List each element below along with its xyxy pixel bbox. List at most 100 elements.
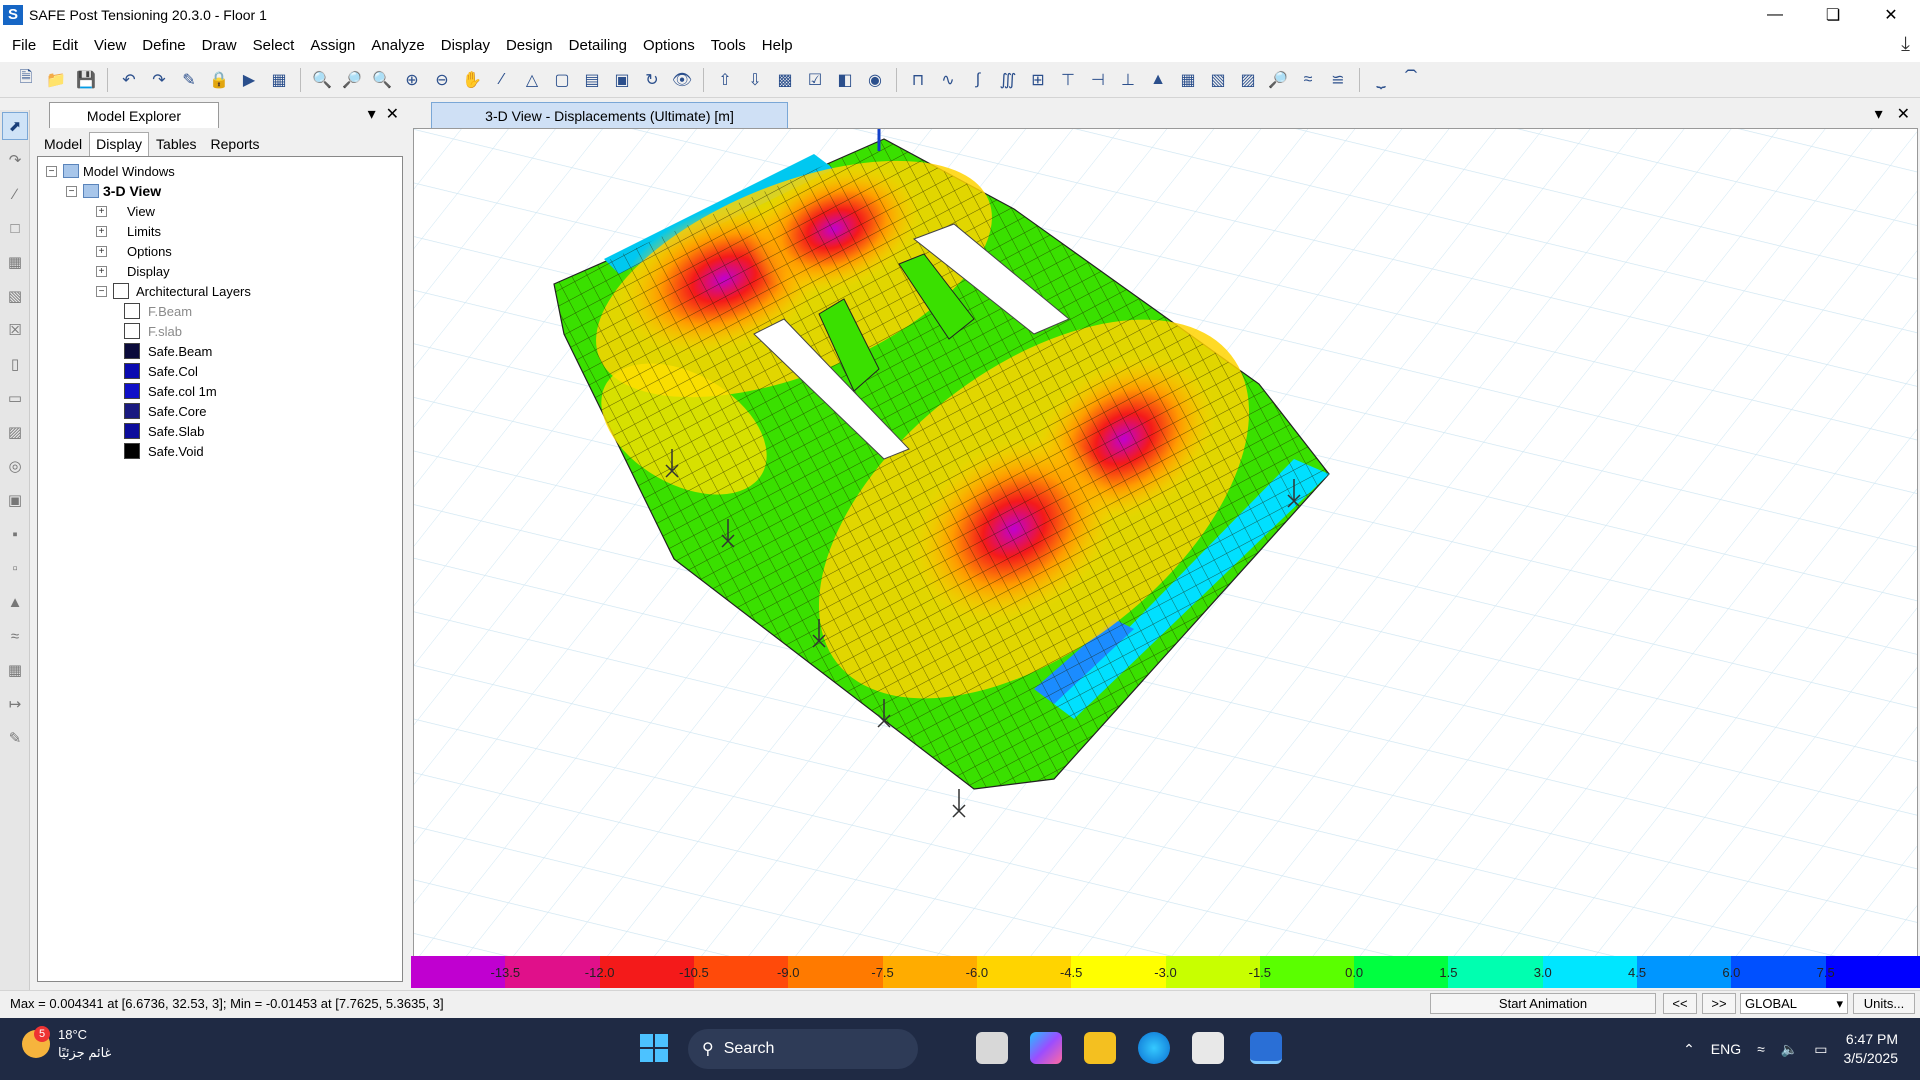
reactions-icon[interactable]: ▲ bbox=[1146, 68, 1170, 92]
layer-color-swatch[interactable] bbox=[124, 363, 140, 379]
download-icon[interactable]: ⤓ bbox=[1901, 33, 1910, 56]
punching-shear-icon[interactable]: ⊣ bbox=[1086, 68, 1110, 92]
model-3d-canvas[interactable] bbox=[413, 128, 1918, 958]
layer-item[interactable]: F.Beam bbox=[38, 301, 402, 321]
chevron-up-icon[interactable]: ⌃ bbox=[1683, 1041, 1695, 1058]
long-term-icon[interactable]: ▨ bbox=[1236, 68, 1260, 92]
layer-item[interactable]: Safe.col 1m bbox=[38, 381, 402, 401]
chevron-down-icon[interactable]: ▾ bbox=[1875, 104, 1883, 124]
view-tab-3d[interactable]: 3-D View - Displacements (Ultimate) [m] bbox=[431, 102, 788, 128]
layer-item[interactable]: Safe.Slab bbox=[38, 421, 402, 441]
collapse-icon[interactable]: − bbox=[66, 185, 77, 197]
expand-icon[interactable]: + bbox=[96, 205, 107, 217]
menu-analyze[interactable]: Analyze bbox=[363, 37, 432, 54]
draw-strip-icon[interactable]: ≈ bbox=[2, 622, 28, 650]
tree-node-view[interactable]: + View bbox=[38, 201, 402, 221]
show-deformed-icon[interactable]: ∫ bbox=[966, 68, 990, 92]
draw-column-icon[interactable]: ▯ bbox=[2, 350, 28, 378]
store-icon[interactable] bbox=[1192, 1032, 1224, 1064]
tendon-layout-icon[interactable]: ≌ bbox=[1326, 68, 1350, 92]
layer-color-swatch[interactable] bbox=[124, 323, 140, 339]
save-icon[interactable]: 💾 bbox=[74, 68, 98, 92]
coordinate-system-select[interactable]: GLOBAL ▾ bbox=[1740, 993, 1848, 1014]
pointer-icon[interactable]: ⬈ bbox=[2, 112, 28, 140]
close-icon[interactable]: ✕ bbox=[1897, 104, 1910, 124]
language-indicator[interactable]: ENG bbox=[1711, 1041, 1741, 1057]
menu-design[interactable]: Design bbox=[498, 37, 561, 54]
menu-draw[interactable]: Draw bbox=[194, 37, 245, 54]
layer-color-swatch[interactable] bbox=[124, 383, 140, 399]
strip-forces-icon[interactable]: ⊤ bbox=[1056, 68, 1080, 92]
layer-color-swatch[interactable] bbox=[124, 403, 140, 419]
layer-checkbox[interactable] bbox=[113, 283, 129, 299]
tree-node-architectural-layers[interactable]: − Architectural Layers bbox=[38, 281, 402, 301]
taskbar-search[interactable]: ⚲ Search bbox=[688, 1029, 918, 1069]
zoom-all-icon[interactable]: 🔎 bbox=[340, 68, 364, 92]
draw-support-icon[interactable]: ▣ bbox=[2, 486, 28, 514]
draw-cross-icon[interactable]: ☒ bbox=[2, 316, 28, 344]
layer-color-swatch[interactable] bbox=[124, 303, 140, 319]
draw-area-icon[interactable]: ▧ bbox=[2, 282, 28, 310]
collapse-icon[interactable]: − bbox=[96, 285, 107, 297]
start-animation-button[interactable]: Start Animation bbox=[1430, 993, 1656, 1014]
perspective-icon[interactable]: 👁 bbox=[670, 68, 694, 92]
move-up-icon[interactable]: ⇧ bbox=[713, 68, 737, 92]
maximize-button[interactable]: ❏ bbox=[1804, 0, 1862, 29]
layer-item[interactable]: Safe.Core bbox=[38, 401, 402, 421]
beam-forces-icon[interactable]: ⊥ bbox=[1116, 68, 1140, 92]
layer-item[interactable]: Safe.Beam bbox=[38, 341, 402, 361]
view-3d-icon[interactable]: △ bbox=[520, 68, 544, 92]
undo-icon[interactable]: ↶ bbox=[117, 68, 141, 92]
reshaper-icon[interactable]: ↷ bbox=[2, 146, 28, 174]
tree-node-model-windows[interactable]: − Model Windows bbox=[38, 161, 402, 181]
menu-edit[interactable]: Edit bbox=[44, 37, 86, 54]
menu-view[interactable]: View bbox=[86, 37, 134, 54]
menu-help[interactable]: Help bbox=[754, 37, 801, 54]
expand-icon[interactable]: + bbox=[96, 225, 107, 237]
plan-view-icon[interactable]: ▢ bbox=[550, 68, 574, 92]
model-explorer-tab[interactable]: Model Explorer bbox=[49, 102, 219, 128]
tab-model[interactable]: Model bbox=[37, 132, 89, 156]
weather-widget[interactable]: 5 18°C غائم جزئيًا bbox=[22, 1026, 111, 1062]
slab-design-icon[interactable]: ⊞ bbox=[1026, 68, 1050, 92]
edge-browser-icon[interactable] bbox=[1138, 1032, 1170, 1064]
expand-icon[interactable]: + bbox=[96, 265, 107, 277]
display-options-icon[interactable]: ◧ bbox=[833, 68, 857, 92]
show-forces-icon[interactable]: ∭ bbox=[996, 68, 1020, 92]
redo-icon[interactable]: ↷ bbox=[147, 68, 171, 92]
new-file-icon[interactable]: 🗎 bbox=[14, 68, 38, 92]
copilot-icon[interactable] bbox=[1030, 1032, 1062, 1064]
menu-assign[interactable]: Assign bbox=[302, 37, 363, 54]
menu-options[interactable]: Options bbox=[635, 37, 703, 54]
find-icon[interactable]: 🔎 bbox=[1266, 68, 1290, 92]
draw-rectangle-icon[interactable]: □ bbox=[2, 214, 28, 242]
draw-wall-icon[interactable]: ▭ bbox=[2, 384, 28, 412]
wifi-icon[interactable]: ≈ bbox=[1757, 1041, 1765, 1057]
layer-color-swatch[interactable] bbox=[124, 343, 140, 359]
select-all-icon[interactable]: ▩ bbox=[773, 68, 797, 92]
rotate-icon[interactable]: ↻ bbox=[640, 68, 664, 92]
close-icon[interactable]: ✕ bbox=[386, 104, 399, 124]
elevation-view-icon[interactable]: ▤ bbox=[580, 68, 604, 92]
tree-node-options[interactable]: + Options bbox=[38, 241, 402, 261]
tab-display[interactable]: Display bbox=[89, 132, 150, 156]
tendon-profile-icon[interactable]: ≈ bbox=[1296, 68, 1320, 92]
draw-slab-icon[interactable]: ▦ bbox=[2, 248, 28, 276]
previous-button[interactable]: << bbox=[1663, 993, 1697, 1014]
menu-detailing[interactable]: Detailing bbox=[561, 37, 635, 54]
pencil-icon[interactable]: ✎ bbox=[177, 68, 201, 92]
close-button[interactable]: ✕ bbox=[1862, 0, 1920, 29]
tree-node-3d-view[interactable]: − 3-D View bbox=[38, 181, 402, 201]
object-shade-icon[interactable]: ◉ bbox=[863, 68, 887, 92]
stress-icon[interactable]: ▦ bbox=[1176, 68, 1200, 92]
battery-icon[interactable]: ▭ bbox=[1814, 1041, 1827, 1058]
menu-display[interactable]: Display bbox=[433, 37, 498, 54]
detailing-filter-icon[interactable]: ⏠ bbox=[1399, 68, 1423, 92]
layer-item[interactable]: F.slab bbox=[38, 321, 402, 341]
safe-taskbar-icon[interactable] bbox=[1250, 1032, 1282, 1064]
draw-drop-icon[interactable]: ◎ bbox=[2, 452, 28, 480]
layer-item[interactable]: Safe.Void bbox=[38, 441, 402, 461]
lock-icon[interactable]: 🔒 bbox=[207, 68, 231, 92]
open-file-icon[interactable]: 📁 bbox=[44, 68, 68, 92]
zoom-previous-icon[interactable]: 🔍 bbox=[370, 68, 394, 92]
